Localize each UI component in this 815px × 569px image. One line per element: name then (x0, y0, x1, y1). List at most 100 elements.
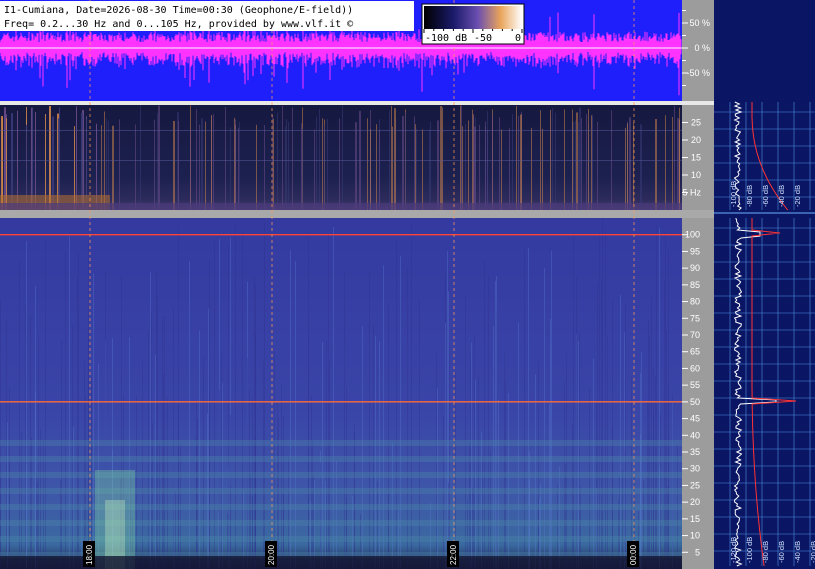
wide-tick-label: 15 (690, 514, 700, 524)
low-spectrogram-band (0, 160, 682, 161)
wide-spectrogram-streak (498, 399, 499, 569)
wide-spectrogram-streak (72, 325, 73, 569)
wide-spectrogram-streak (199, 330, 200, 569)
low-spectrogram-streak (672, 117, 673, 210)
separator (0, 101, 714, 105)
low-spectrogram-streak (655, 119, 657, 210)
separator (0, 210, 714, 218)
wide-spectrogram-streak (362, 326, 363, 569)
low-spectrogram-streak (509, 127, 510, 210)
wide-spectrogram-streak (264, 222, 265, 569)
wide-tick-label: 50 (690, 397, 700, 407)
wide-spectrogram-streak (311, 395, 312, 569)
wide-spectrogram-streak (599, 232, 600, 569)
wide-spectrogram-streak (242, 228, 243, 569)
low-spectrogram-streak (625, 127, 626, 210)
wide-tick-label: 20 (690, 497, 700, 507)
low-spectrogram-streak (627, 123, 628, 210)
low-spectrogram-streak (473, 114, 474, 210)
low-spectrogram-streak (429, 129, 430, 210)
low-spectrogram-streak (629, 117, 631, 210)
wide-spectrogram-streak (25, 304, 26, 569)
wide-spectrogram-streak (328, 233, 329, 569)
wide-tick-label: 45 (690, 414, 700, 424)
low-spectrogram-streak (256, 124, 257, 210)
spectrum-db-label: -100 dB (745, 537, 754, 563)
wide-spectrogram-band (0, 456, 682, 462)
low-spectrogram-streak (542, 128, 543, 210)
wide-spectrogram-streak (373, 325, 374, 569)
wide-tick-label: 85 (690, 280, 700, 290)
low-spectrogram-streak (301, 123, 302, 210)
low-spectrogram-streak (516, 105, 517, 210)
low-spectrogram-streak (140, 105, 141, 210)
colorbar: -100 dB -50 0 (421, 3, 525, 45)
low-spectrogram-streak (32, 108, 33, 210)
wide-tick-label: 35 (690, 447, 700, 457)
wide-spectrogram-streak (672, 400, 673, 569)
wide-spectrogram-streak (625, 303, 626, 569)
low-spectrogram-streak (591, 115, 592, 210)
low-spectrogram-streak (392, 126, 393, 210)
low-spectrogram-streak (319, 108, 320, 210)
wide-spectrogram-streak (411, 223, 412, 569)
low-spectrogram-streak (461, 105, 462, 210)
waveform-tick-label: 0 % (694, 43, 710, 53)
low-spectrogram-streak (575, 120, 576, 210)
low-spectrogram-streak (479, 124, 480, 210)
wide-spectrogram-streak (219, 390, 220, 569)
wide-spectrogram-streak (45, 240, 46, 569)
low-spectrogram-streak (178, 120, 179, 210)
spectrum-db-label: -60 dB (777, 541, 786, 563)
low-spectrogram-streak (327, 118, 328, 210)
vlf-spectrogram-figure: 50 % 0 % -50 % 5 Hz 10 15 20 25 5 10 15 20 25 30 35 4… (0, 0, 815, 569)
wide-spectrogram-streak (651, 295, 652, 569)
low-spectrogram-streak (59, 107, 60, 210)
low-spectrogram-streak (674, 106, 675, 210)
low-spectrogram-streak (49, 106, 51, 210)
separator (714, 211, 815, 217)
wide-spectrogram-streak (620, 294, 621, 569)
low-spectrogram-streak (190, 129, 191, 210)
low-spectrogram-streak (468, 120, 469, 210)
colorbar-label-mid: -50 (474, 33, 492, 44)
spectrum-db-label: -20 dB (793, 185, 802, 207)
low-spectrogram-streak (314, 129, 315, 210)
wide-spectrogram-streak (35, 392, 36, 569)
wide-spectrogram-streak (235, 225, 236, 569)
wide-spectrogram-streak (605, 231, 606, 569)
wide-spectrogram-streak (375, 335, 376, 569)
wide-spectrogram-streak (157, 293, 158, 569)
low-spectrogram-streak (199, 124, 200, 210)
low-spectrogram-streak (501, 129, 502, 210)
low-spectrogram-streak (292, 107, 293, 210)
wide-spectrogram-streak (167, 397, 168, 569)
low-spectrogram-streak (288, 122, 289, 210)
wide-spectrogram-streak (419, 298, 420, 569)
low-spectrogram-streak (112, 125, 114, 210)
wide-tick-label: 95 (690, 246, 700, 256)
low-spectrogram-streak (550, 109, 551, 210)
header-subtitle: Freq= 0.2...30 Hz and 0...105 Hz, provid… (4, 19, 354, 30)
wide-spectrogram-streak (178, 404, 179, 569)
waveform-tick-label: -50 % (686, 68, 710, 78)
low-spectrogram-streak (588, 108, 589, 210)
low-spectrogram-streak (520, 114, 522, 210)
low-spectrogram-streak (474, 126, 476, 210)
wide-spectrogram-streak (579, 333, 580, 569)
wide-spectrogram-streak (208, 308, 209, 569)
wide-spectrogram-streak (326, 341, 327, 569)
low-spectrogram-streak (213, 114, 214, 210)
low-spectrogram-streak (394, 108, 396, 210)
low-spectrogram-streak (442, 107, 443, 210)
low-spectrogram-streak (230, 127, 231, 210)
colorbar-label-min: -100 dB (425, 33, 467, 44)
low-tick-label: 25 (691, 118, 701, 128)
low-tick-label: 15 (691, 153, 701, 163)
time-label: 00:00 (629, 544, 638, 565)
low-spectrogram-streak (367, 118, 368, 210)
wide-tick-label: 90 (690, 263, 700, 273)
low-spectrogram-streak (576, 112, 578, 210)
low-spectrogram-streak (339, 118, 340, 210)
wide-tick-label: 5 (695, 547, 700, 557)
